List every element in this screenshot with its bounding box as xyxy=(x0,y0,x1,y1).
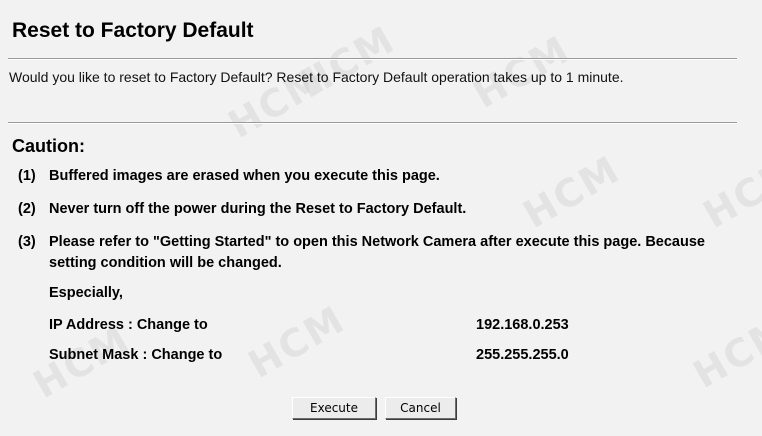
caution-item-number: (2) xyxy=(18,201,36,217)
ip-address-label: IP Address : Change to xyxy=(49,317,208,333)
caution-item-text: Buffered images are erased when you exec… xyxy=(49,168,440,184)
especially-label: Especially, xyxy=(49,285,123,301)
ip-address-value: 192.168.0.253 xyxy=(476,317,569,333)
watermark-logo: HCM xyxy=(685,307,762,397)
divider xyxy=(8,58,737,60)
subnet-mask-value: 255.255.255.0 xyxy=(476,347,569,363)
watermark-logo: HCM xyxy=(695,147,762,237)
watermark-logo: HCM xyxy=(515,147,628,237)
page-title: Reset to Factory Default xyxy=(12,19,254,42)
caution-item: (2) Never turn off the power during the … xyxy=(18,199,739,220)
caution-item: (1) Buffered images are erased when you … xyxy=(18,166,739,187)
caution-heading: Caution: xyxy=(12,136,85,156)
watermark-logo: HCM xyxy=(240,297,353,387)
caution-item-text: Never turn off the power during the Rese… xyxy=(49,201,467,217)
caution-item-text: Please refer to "Getting Started" to ope… xyxy=(49,234,705,271)
watermark-logo: HCM xyxy=(290,17,403,107)
subnet-mask-label: Subnet Mask : Change to xyxy=(49,347,223,363)
execute-button[interactable]: Execute xyxy=(292,397,376,419)
cancel-button[interactable]: Cancel xyxy=(385,397,456,419)
caution-item: (3) Please refer to "Getting Started" to… xyxy=(18,232,739,274)
divider xyxy=(8,122,737,124)
reset-description: Would you like to reset to Factory Defau… xyxy=(9,69,624,85)
reset-factory-default-page: HCM HCM HCM HCM HCM HCM HCM HCM Reset to… xyxy=(0,0,762,436)
caution-item-number: (3) xyxy=(18,234,36,250)
caution-item-number: (1) xyxy=(18,168,36,184)
